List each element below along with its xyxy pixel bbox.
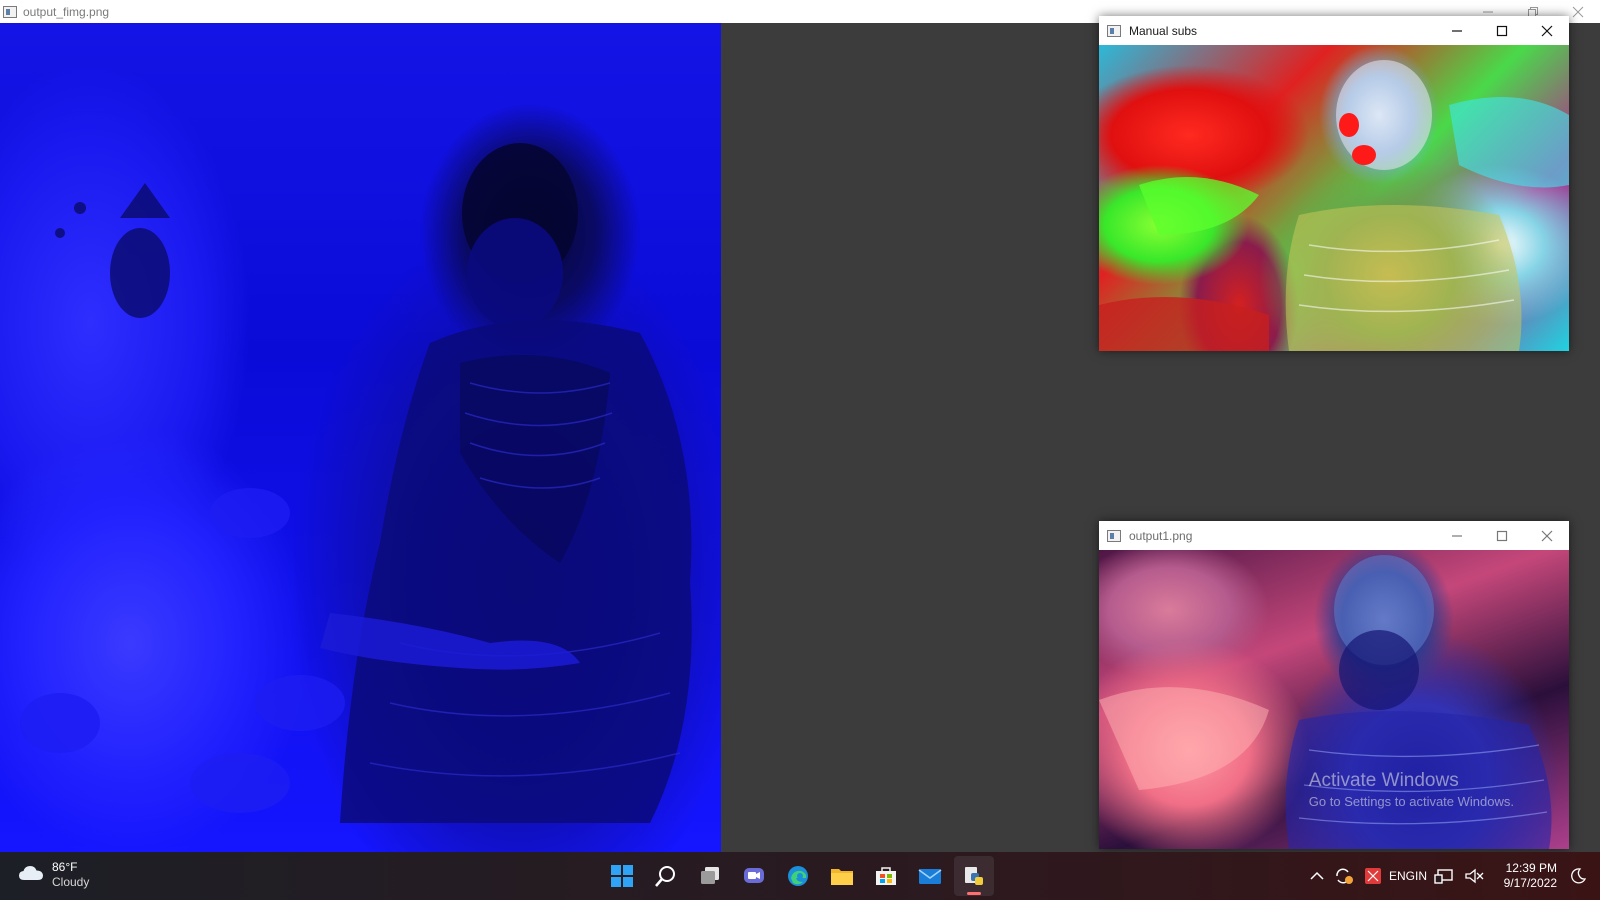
weather-temperature: 86°F: [52, 860, 78, 874]
manual-subs-window: Manual subs: [1099, 16, 1569, 351]
mail-button[interactable]: [910, 856, 950, 896]
chevron-up-icon: [1310, 871, 1324, 880]
python-icon: [965, 867, 983, 885]
task-view-icon: [701, 867, 719, 884]
minimize-button[interactable]: [1434, 521, 1479, 550]
volume-muted-icon: [1465, 868, 1484, 884]
volume-button[interactable]: [1464, 867, 1484, 885]
window-controls: [1434, 16, 1569, 45]
cloud-icon: [18, 864, 44, 887]
clock-time: 12:39 PM: [1505, 861, 1557, 875]
search-icon: [655, 866, 675, 887]
app-window-icon: [1107, 24, 1121, 37]
network-button[interactable]: [1434, 867, 1454, 885]
sync-icon: [1336, 868, 1353, 884]
store-icon: [876, 867, 896, 885]
python-app-button[interactable]: [954, 856, 994, 896]
output1-titlebar[interactable]: output1.png: [1099, 521, 1569, 550]
start-button[interactable]: [602, 856, 642, 896]
lang-region: IN: [1415, 868, 1428, 883]
output1-image: Activate Windows Go to Settings to activ…: [1099, 550, 1569, 849]
edge-icon: [788, 866, 808, 886]
maximize-button[interactable]: [1479, 16, 1524, 45]
window-title: output1.png: [1129, 528, 1193, 543]
watermark-line1: Activate Windows: [1308, 770, 1459, 791]
app-window-icon: [1107, 529, 1121, 542]
chat-icon: [744, 868, 764, 883]
manual-subs-image: [1099, 45, 1569, 351]
minimize-button[interactable]: [1434, 16, 1479, 45]
watermark-line2: Go to Settings to activate Windows.: [1308, 794, 1514, 809]
search-button[interactable]: [646, 856, 686, 896]
weather-widget[interactable]: 86°F Cloudy: [18, 860, 89, 890]
clock[interactable]: 12:39 PM 9/17/2022: [1495, 861, 1557, 891]
chat-button[interactable]: [734, 856, 774, 896]
windows-logo-icon: [611, 865, 633, 887]
app-tray-button[interactable]: [1364, 867, 1382, 885]
sync-status-button[interactable]: [1334, 867, 1354, 885]
window-controls: [1434, 521, 1569, 550]
maximize-button[interactable]: [1479, 521, 1524, 550]
red-app-icon: [1365, 868, 1381, 884]
show-hidden-icons-button[interactable]: [1310, 871, 1324, 881]
output1-window: output1.png Activate Windows Go to Setti…: [1099, 521, 1569, 849]
network-icon: [1434, 869, 1453, 884]
taskbar: 86°F Cloudy ENG IN 12:39 PM 9/17/2022: [0, 852, 1600, 900]
folder-icon: [831, 869, 853, 885]
window-title: Manual subs: [1129, 23, 1198, 38]
task-view-button[interactable]: [690, 856, 730, 896]
close-button[interactable]: [1524, 521, 1569, 550]
manual-subs-titlebar[interactable]: Manual subs: [1099, 16, 1569, 45]
file-explorer-button[interactable]: [822, 856, 862, 896]
edge-button[interactable]: [778, 856, 818, 896]
store-button[interactable]: [866, 856, 906, 896]
mail-icon: [918, 869, 942, 884]
close-button[interactable]: [1524, 16, 1569, 45]
moon-icon: [1571, 868, 1586, 884]
main-window-title: output_fimg.png: [23, 4, 110, 19]
taskbar-app-list: [602, 856, 998, 896]
buddha-silhouette-drawing: [20, 143, 692, 823]
app-window-icon: [3, 5, 17, 18]
language-indicator[interactable]: ENG IN: [1389, 868, 1428, 884]
lang-code: ENG: [1389, 868, 1416, 883]
weather-condition: Cloudy: [52, 875, 90, 889]
clock-date: 9/17/2022: [1503, 876, 1557, 890]
notifications-button[interactable]: [1570, 868, 1586, 884]
activate-windows-watermark: Activate Windows Go to Settings to activ…: [1309, 770, 1514, 809]
blue-channel-image: [0, 23, 721, 852]
manual-subs-figure: [1099, 60, 1569, 351]
system-tray: ENG IN 12:39 PM 9/17/2022: [1305, 852, 1600, 900]
